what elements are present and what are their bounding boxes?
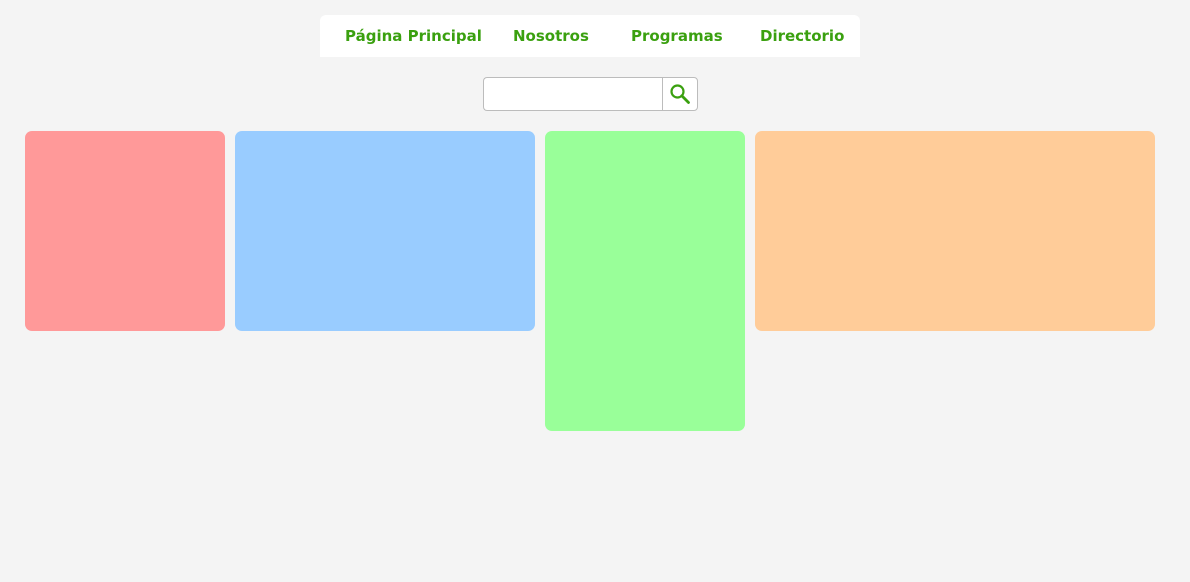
nav-item-directorio[interactable]: Directorio xyxy=(760,15,844,57)
main-navigation: Página Principal Nosotros Programas Dire… xyxy=(320,15,860,57)
tile-blue[interactable] xyxy=(235,131,535,331)
tile-red[interactable] xyxy=(25,131,225,331)
tile-green[interactable] xyxy=(545,131,745,431)
nav-item-pagina-principal[interactable]: Página Principal xyxy=(345,15,482,57)
nav-item-programas[interactable]: Programas xyxy=(631,15,723,57)
search-icon xyxy=(670,84,690,104)
search-bar xyxy=(483,77,698,111)
tile-orange[interactable] xyxy=(755,131,1155,331)
nav-item-nosotros[interactable]: Nosotros xyxy=(513,15,589,57)
search-button[interactable] xyxy=(662,77,698,111)
search-input[interactable] xyxy=(483,77,663,111)
